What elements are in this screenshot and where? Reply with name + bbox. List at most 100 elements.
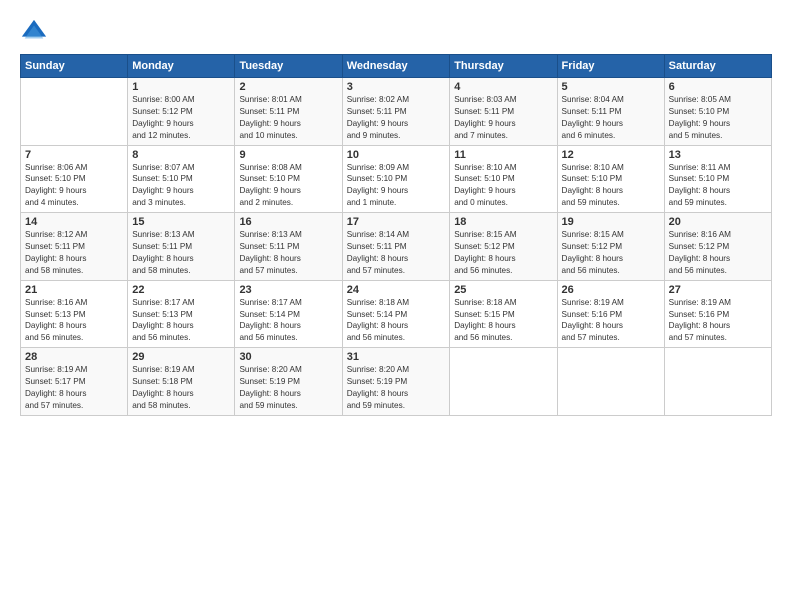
calendar-cell: 9Sunrise: 8:08 AM Sunset: 5:10 PM Daylig… [235,145,342,213]
day-info: Sunrise: 8:14 AM Sunset: 5:11 PM Dayligh… [347,229,445,277]
day-info: Sunrise: 8:19 AM Sunset: 5:18 PM Dayligh… [132,364,230,412]
day-number: 2 [239,81,337,93]
calendar-cell: 5Sunrise: 8:04 AM Sunset: 5:11 PM Daylig… [557,78,664,146]
calendar-cell: 8Sunrise: 8:07 AM Sunset: 5:10 PM Daylig… [128,145,235,213]
day-number: 29 [132,351,230,363]
day-number: 15 [132,216,230,228]
calendar-cell: 15Sunrise: 8:13 AM Sunset: 5:11 PM Dayli… [128,213,235,281]
day-info: Sunrise: 8:05 AM Sunset: 5:10 PM Dayligh… [669,94,767,142]
calendar-cell: 17Sunrise: 8:14 AM Sunset: 5:11 PM Dayli… [342,213,449,281]
calendar-cell: 10Sunrise: 8:09 AM Sunset: 5:10 PM Dayli… [342,145,449,213]
day-info: Sunrise: 8:20 AM Sunset: 5:19 PM Dayligh… [239,364,337,412]
day-number: 9 [239,149,337,161]
calendar-cell: 12Sunrise: 8:10 AM Sunset: 5:10 PM Dayli… [557,145,664,213]
day-info: Sunrise: 8:17 AM Sunset: 5:14 PM Dayligh… [239,297,337,345]
logo-icon [20,18,48,46]
day-info: Sunrise: 8:10 AM Sunset: 5:10 PM Dayligh… [562,162,660,210]
day-number: 8 [132,149,230,161]
day-number: 18 [454,216,552,228]
day-info: Sunrise: 8:06 AM Sunset: 5:10 PM Dayligh… [25,162,123,210]
day-info: Sunrise: 8:00 AM Sunset: 5:12 PM Dayligh… [132,94,230,142]
calendar-cell: 7Sunrise: 8:06 AM Sunset: 5:10 PM Daylig… [21,145,128,213]
day-info: Sunrise: 8:11 AM Sunset: 5:10 PM Dayligh… [669,162,767,210]
calendar-cell: 27Sunrise: 8:19 AM Sunset: 5:16 PM Dayli… [664,280,771,348]
day-number: 3 [347,81,445,93]
calendar-week-2: 14Sunrise: 8:12 AM Sunset: 5:11 PM Dayli… [21,213,772,281]
day-info: Sunrise: 8:19 AM Sunset: 5:16 PM Dayligh… [562,297,660,345]
calendar-cell: 29Sunrise: 8:19 AM Sunset: 5:18 PM Dayli… [128,348,235,416]
day-info: Sunrise: 8:13 AM Sunset: 5:11 PM Dayligh… [132,229,230,277]
day-number: 4 [454,81,552,93]
day-number: 24 [347,284,445,296]
day-number: 6 [669,81,767,93]
calendar-cell: 28Sunrise: 8:19 AM Sunset: 5:17 PM Dayli… [21,348,128,416]
day-number: 17 [347,216,445,228]
day-number: 23 [239,284,337,296]
day-number: 12 [562,149,660,161]
header [20,18,772,46]
calendar-cell: 26Sunrise: 8:19 AM Sunset: 5:16 PM Dayli… [557,280,664,348]
day-number: 1 [132,81,230,93]
calendar-cell: 24Sunrise: 8:18 AM Sunset: 5:14 PM Dayli… [342,280,449,348]
calendar-table: SundayMondayTuesdayWednesdayThursdayFrid… [20,54,772,416]
day-number: 19 [562,216,660,228]
day-info: Sunrise: 8:12 AM Sunset: 5:11 PM Dayligh… [25,229,123,277]
weekday-tuesday: Tuesday [235,55,342,78]
day-number: 26 [562,284,660,296]
day-info: Sunrise: 8:19 AM Sunset: 5:17 PM Dayligh… [25,364,123,412]
calendar-cell: 11Sunrise: 8:10 AM Sunset: 5:10 PM Dayli… [450,145,557,213]
day-number: 28 [25,351,123,363]
weekday-saturday: Saturday [664,55,771,78]
day-number: 7 [25,149,123,161]
day-number: 25 [454,284,552,296]
calendar-cell: 14Sunrise: 8:12 AM Sunset: 5:11 PM Dayli… [21,213,128,281]
day-number: 30 [239,351,337,363]
calendar-cell [664,348,771,416]
day-number: 22 [132,284,230,296]
page: SundayMondayTuesdayWednesdayThursdayFrid… [0,0,792,612]
calendar-week-4: 28Sunrise: 8:19 AM Sunset: 5:17 PM Dayli… [21,348,772,416]
calendar-cell: 16Sunrise: 8:13 AM Sunset: 5:11 PM Dayli… [235,213,342,281]
day-number: 14 [25,216,123,228]
calendar-cell: 2Sunrise: 8:01 AM Sunset: 5:11 PM Daylig… [235,78,342,146]
day-info: Sunrise: 8:16 AM Sunset: 5:13 PM Dayligh… [25,297,123,345]
calendar-week-3: 21Sunrise: 8:16 AM Sunset: 5:13 PM Dayli… [21,280,772,348]
day-number: 21 [25,284,123,296]
calendar-cell [21,78,128,146]
day-info: Sunrise: 8:17 AM Sunset: 5:13 PM Dayligh… [132,297,230,345]
calendar-cell: 6Sunrise: 8:05 AM Sunset: 5:10 PM Daylig… [664,78,771,146]
calendar-cell: 30Sunrise: 8:20 AM Sunset: 5:19 PM Dayli… [235,348,342,416]
calendar-cell: 23Sunrise: 8:17 AM Sunset: 5:14 PM Dayli… [235,280,342,348]
day-number: 11 [454,149,552,161]
day-number: 31 [347,351,445,363]
weekday-header-row: SundayMondayTuesdayWednesdayThursdayFrid… [21,55,772,78]
calendar-cell [557,348,664,416]
day-info: Sunrise: 8:15 AM Sunset: 5:12 PM Dayligh… [454,229,552,277]
calendar-cell: 19Sunrise: 8:15 AM Sunset: 5:12 PM Dayli… [557,213,664,281]
logo [20,18,52,46]
calendar-cell: 22Sunrise: 8:17 AM Sunset: 5:13 PM Dayli… [128,280,235,348]
day-info: Sunrise: 8:03 AM Sunset: 5:11 PM Dayligh… [454,94,552,142]
calendar-cell: 13Sunrise: 8:11 AM Sunset: 5:10 PM Dayli… [664,145,771,213]
day-info: Sunrise: 8:18 AM Sunset: 5:14 PM Dayligh… [347,297,445,345]
day-info: Sunrise: 8:02 AM Sunset: 5:11 PM Dayligh… [347,94,445,142]
day-info: Sunrise: 8:09 AM Sunset: 5:10 PM Dayligh… [347,162,445,210]
day-info: Sunrise: 8:01 AM Sunset: 5:11 PM Dayligh… [239,94,337,142]
calendar-cell: 4Sunrise: 8:03 AM Sunset: 5:11 PM Daylig… [450,78,557,146]
calendar-cell: 31Sunrise: 8:20 AM Sunset: 5:19 PM Dayli… [342,348,449,416]
day-info: Sunrise: 8:18 AM Sunset: 5:15 PM Dayligh… [454,297,552,345]
weekday-wednesday: Wednesday [342,55,449,78]
day-number: 27 [669,284,767,296]
day-info: Sunrise: 8:15 AM Sunset: 5:12 PM Dayligh… [562,229,660,277]
day-number: 5 [562,81,660,93]
day-info: Sunrise: 8:10 AM Sunset: 5:10 PM Dayligh… [454,162,552,210]
day-number: 10 [347,149,445,161]
day-info: Sunrise: 8:07 AM Sunset: 5:10 PM Dayligh… [132,162,230,210]
day-number: 20 [669,216,767,228]
calendar-cell: 18Sunrise: 8:15 AM Sunset: 5:12 PM Dayli… [450,213,557,281]
calendar-cell: 25Sunrise: 8:18 AM Sunset: 5:15 PM Dayli… [450,280,557,348]
calendar-cell: 1Sunrise: 8:00 AM Sunset: 5:12 PM Daylig… [128,78,235,146]
weekday-monday: Monday [128,55,235,78]
calendar-week-0: 1Sunrise: 8:00 AM Sunset: 5:12 PM Daylig… [21,78,772,146]
day-info: Sunrise: 8:20 AM Sunset: 5:19 PM Dayligh… [347,364,445,412]
